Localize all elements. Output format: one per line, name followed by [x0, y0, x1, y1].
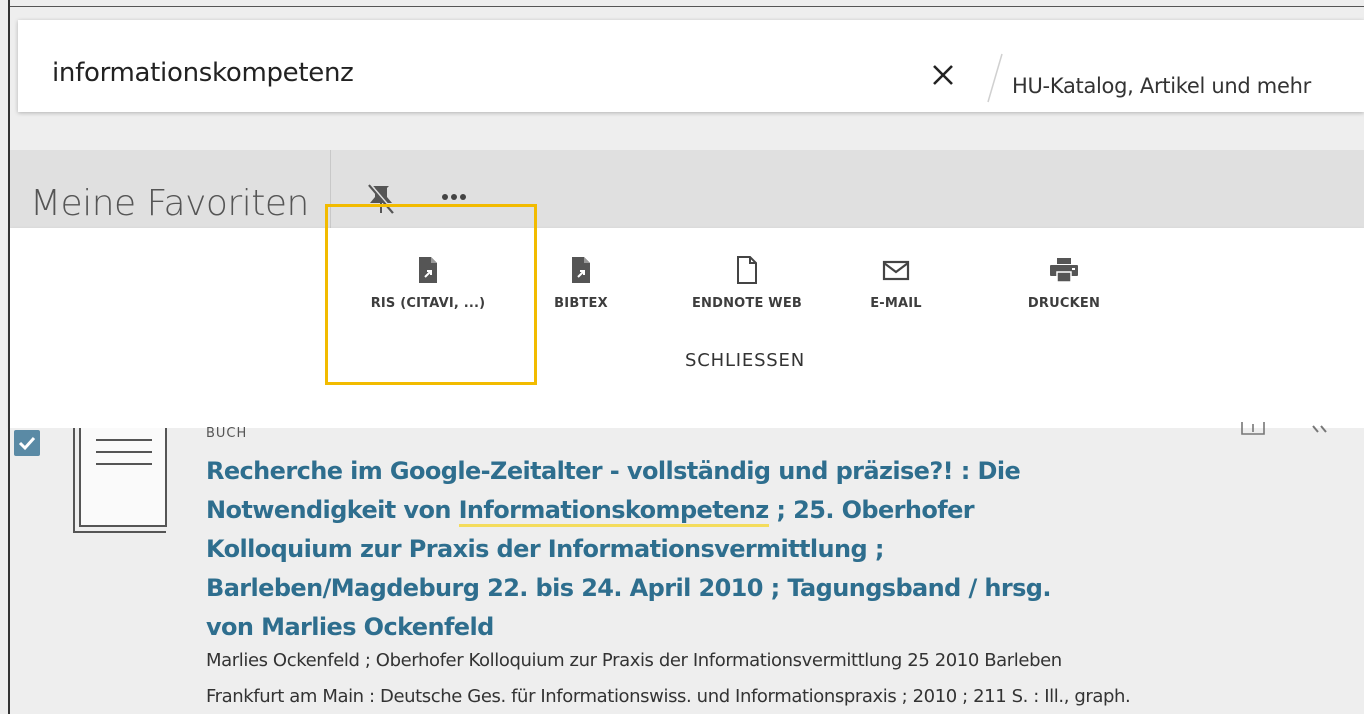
result-authors: Marlies Ockenfeld ; Oberhofer Kolloquium… [206, 650, 1062, 671]
title-highlighted-term: Informationskompetenz [458, 496, 769, 527]
endnote-web-button[interactable]: ENDNOTE WEB [682, 256, 812, 311]
endnote-web-label: ENDNOTE WEB [691, 296, 803, 311]
list-item: BUCH Recherche im Google-Zeitalter - vol… [10, 422, 1364, 714]
page-title: Meine Favoriten [30, 183, 309, 224]
header-divider [330, 150, 331, 228]
file-export-icon [572, 257, 590, 283]
close-button[interactable]: SCHLIESSEN [670, 350, 820, 371]
search-input[interactable]: informationskompetenz [52, 58, 354, 88]
window-border-left [8, 0, 10, 714]
file-icon [737, 256, 757, 284]
export-action-panel: RIS (CITAVI, ...) BIBTEX ENDNOTE WEB E-M… [10, 228, 1364, 428]
email-button[interactable]: E-MAIL [856, 256, 936, 311]
page: informationskompetenz HU-Katalog, Artike… [0, 0, 1364, 714]
favorites-header: Meine Favoriten [10, 150, 1364, 228]
search-scope-select[interactable]: HU-Katalog, Artikel und mehr [1012, 74, 1311, 98]
result-title-link[interactable]: Recherche im Google-Zeitalter - vollstän… [206, 452, 1106, 647]
ris-export-label: RIS (CITAVI, ...) [370, 296, 486, 311]
close-icon[interactable] [930, 62, 956, 88]
add-favorite-icon[interactable] [1240, 422, 1266, 438]
bibtex-export-label: BIBTEX [554, 296, 608, 311]
print-label: DRUCKEN [1027, 296, 1101, 311]
book-icon [73, 428, 167, 533]
search-divider [987, 53, 1003, 103]
window-border-top [8, 6, 1364, 7]
email-label: E-MAIL [870, 296, 922, 311]
print-button[interactable]: DRUCKEN [1014, 256, 1114, 311]
more-actions-icon[interactable] [1310, 424, 1332, 436]
checkmark-icon [18, 436, 36, 451]
material-type-label: BUCH [206, 426, 248, 441]
ris-export-button[interactable]: RIS (CITAVI, ...) [358, 256, 498, 311]
printer-icon [1050, 258, 1078, 283]
result-checkbox[interactable] [14, 430, 40, 456]
result-publisher: Frankfurt am Main : Deutsche Ges. für In… [206, 686, 1131, 707]
search-bar: informationskompetenz HU-Katalog, Artike… [18, 20, 1364, 112]
file-export-icon [419, 257, 437, 283]
bibtex-export-button[interactable]: BIBTEX [546, 256, 616, 311]
more-icon[interactable] [438, 190, 470, 204]
envelope-icon [882, 260, 910, 281]
unpin-icon[interactable] [366, 182, 396, 216]
